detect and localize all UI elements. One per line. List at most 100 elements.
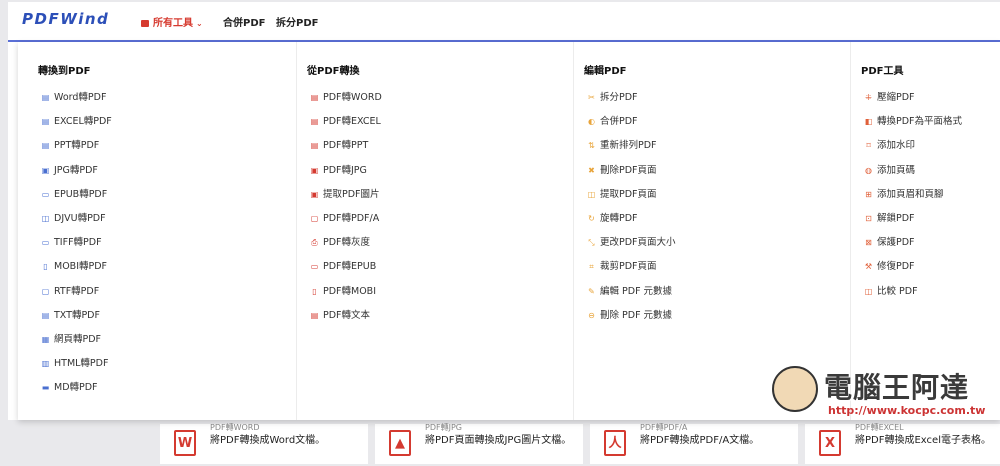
excel-file-icon: X [819, 430, 841, 456]
pdf-file-icon: 人 [604, 430, 626, 456]
menu-item[interactable]: ⤡ 更改PDF頁面大小 [587, 234, 675, 248]
menu-item-label: 提取PDF圖片 [323, 188, 380, 200]
menu-item[interactable]: ⊞ 添加頁眉和頁腳 [864, 186, 944, 200]
menu-column-1: 轉換到PDF ▤ Word轉PDF ▤ EXCEL轉PDF ▤ PPT轉PDF ▣ JPG轉PD… [28, 42, 306, 420]
tablet-icon: ▯ [312, 286, 317, 296]
menu-item[interactable]: ▤ PDF轉PPT [310, 137, 369, 152]
doc-icon: ▤ [310, 93, 319, 102]
menu-item[interactable]: ▣ PDF轉JPG [310, 162, 367, 176]
menu-item[interactable]: ✖ 刪除PDF頁面 [587, 162, 656, 176]
nav-merge-pdf[interactable]: 合併PDF [223, 14, 265, 29]
tool-card-description: 將PDF轉換成Excel電子表格。 [855, 435, 991, 446]
menu-item-label: 刪除 PDF 元數據 [600, 309, 673, 321]
menu-item[interactable]: ⁜ 壓縮PDF [864, 89, 915, 103]
menu-item-label: 添加頁眉和頁腳 [877, 188, 944, 200]
menu-item[interactable]: ▭ TIFF轉PDF [41, 234, 102, 248]
menu-item[interactable]: ▤ EXCEL轉PDF [41, 113, 112, 127]
tool-card[interactable]: 人 PDF轉PDF/A 將PDF轉換成PDF/A文檔。 [590, 423, 798, 464]
menu-item-label: PDF轉PPT [323, 140, 369, 152]
unlock-icon: ⊡ [865, 214, 872, 223]
menu-item[interactable]: ▥ HTML轉PDF [41, 355, 109, 370]
menu-item[interactable]: ⇅ 重新排列PDF [587, 137, 656, 151]
menu-item[interactable]: ▦ 網頁轉PDF [41, 331, 101, 345]
compare-icon: ◫ [864, 286, 873, 296]
menu-item-label: DJVU轉PDF [54, 213, 106, 224]
chevron-down-icon: ⌄ [196, 19, 203, 28]
delete-meta-icon: ⊖ [588, 310, 595, 320]
menu-item[interactable]: ▤ PDF轉EXCEL [310, 113, 381, 127]
menu-item[interactable]: ◐ 合併PDF [587, 113, 638, 127]
sort-icon: ⇅ [588, 141, 595, 151]
menu-item[interactable]: ▤ Word轉PDF [41, 89, 107, 103]
menu-item[interactable]: ▤ PDF轉文本 [310, 307, 370, 321]
menu-column-title: PDF工具 [861, 66, 904, 77]
scissors-icon: ✂ [588, 93, 595, 102]
menu-item[interactable]: ⎙ PDF轉灰度 [310, 234, 370, 248]
menu-column-title: 從PDF轉換 [307, 66, 360, 77]
toolbox-icon [141, 20, 149, 27]
nav-all-tools[interactable]: 所有工具 ⌄ [141, 14, 203, 29]
print-icon: ⎙ [311, 238, 318, 248]
lock-icon: ⊠ [865, 238, 872, 248]
menu-item-label: PDF轉WORD [323, 92, 382, 103]
menu-item[interactable]: ✂ 拆分PDF [587, 89, 638, 103]
book-icon: ▭ [41, 189, 50, 199]
markdown-icon: ▬ [41, 383, 50, 393]
site-logo[interactable]: PDFWind [22, 10, 109, 28]
menu-item[interactable]: ▢ RTF轉PDF [41, 283, 99, 297]
menu-item[interactable]: ▣ 提取PDF圖片 [310, 186, 380, 200]
menu-item-label: HTML轉PDF [54, 358, 109, 370]
tool-card[interactable]: X PDF轉EXCEL 將PDF轉換成Excel電子表格。 [805, 423, 1000, 464]
menu-item[interactable]: ◫ 提取PDF頁面 [587, 186, 657, 200]
menu-item-label: 提取PDF頁面 [600, 188, 657, 200]
menu-item-label: PDF轉EXCEL [323, 116, 381, 128]
tool-card-title: PDF轉JPG [425, 423, 462, 432]
menu-item[interactable]: ⌗ 裁剪PDF頁面 [587, 258, 657, 273]
menu-item-label: PDF轉文本 [323, 309, 371, 321]
menu-item-label: 解鎖PDF [877, 213, 915, 224]
text-icon: ▤ [310, 310, 319, 320]
menu-item-label: TIFF轉PDF [54, 237, 102, 249]
menu-item-label: TXT轉PDF [54, 309, 100, 321]
menu-item[interactable]: ▤ PDF轉WORD [310, 89, 382, 103]
menu-item-label: 拆分PDF [600, 92, 638, 103]
menu-item[interactable]: ▢ PDF轉PDF/A [310, 210, 380, 224]
menu-item[interactable]: ▣ JPG轉PDF [41, 162, 98, 176]
word-file-icon: W [174, 430, 196, 456]
tablet-icon: ▯ [43, 262, 48, 272]
menu-item[interactable]: ▯ MOBI轉PDF [41, 258, 107, 272]
image-icon: ▣ [310, 189, 319, 199]
menu-item[interactable]: ▤ PPT轉PDF [41, 137, 100, 151]
tool-card-description: 將PDF轉換成Word文檔。 [210, 435, 326, 446]
menu-item[interactable]: ↻ 旋轉PDF [587, 210, 638, 224]
menu-item[interactable]: ⚒ 修復PDF [864, 258, 915, 272]
tool-card-description: 將PDF轉換成PDF/A文檔。 [640, 435, 760, 446]
menu-item[interactable]: ◍ 添加頁碼 [864, 162, 915, 176]
menu-item[interactable]: ▤ TXT轉PDF [41, 307, 100, 321]
menu-item[interactable]: ⊡ 解鎖PDF [864, 210, 915, 224]
tool-card-title: PDF轉PDF/A [640, 423, 688, 432]
menu-item-label: 裁剪PDF頁面 [600, 261, 657, 273]
menu-item[interactable]: ▯ PDF轉MOBI [310, 283, 376, 297]
menu-item[interactable]: ⊠ 保護PDF [864, 234, 914, 248]
menu-item[interactable]: ▭ PDF轉EPUB [310, 258, 377, 272]
menu-item-label: 壓縮PDF [877, 92, 915, 103]
tool-card[interactable]: W PDF轉WORD 將PDF轉換成Word文檔。 [160, 423, 368, 464]
menu-item-label: 旋轉PDF [600, 213, 638, 224]
resize-icon: ⤡ [588, 238, 595, 248]
menu-item[interactable]: ◫ 比較 PDF [864, 283, 918, 297]
menu-item[interactable]: ◧ 轉換PDF為平面格式 [864, 113, 962, 127]
doc-icon: ▤ [41, 93, 50, 102]
menu-item[interactable]: ◫ DJVU轉PDF [41, 210, 106, 224]
menu-item[interactable]: ▬ MD轉PDF [41, 379, 98, 393]
mascot-face-icon [772, 366, 818, 412]
nav-split-pdf[interactable]: 拆分PDF [276, 14, 318, 29]
tool-card[interactable]: ▲ PDF轉JPG 將PDF頁面轉換成JPG圖片文檔。 [375, 423, 583, 464]
menu-item[interactable]: ✎ 編輯 PDF 元數據 [587, 283, 672, 297]
menu-item-label: RTF轉PDF [54, 285, 100, 297]
watermark-url: http://www.kocpc.com.tw [828, 404, 986, 417]
menu-item[interactable]: ⊖ 刪除 PDF 元數據 [587, 307, 672, 321]
menu-item[interactable]: ⌑ 添加水印 [864, 137, 915, 151]
menu-item-label: MD轉PDF [54, 382, 98, 394]
menu-item[interactable]: ▭ EPUB轉PDF [41, 186, 108, 200]
